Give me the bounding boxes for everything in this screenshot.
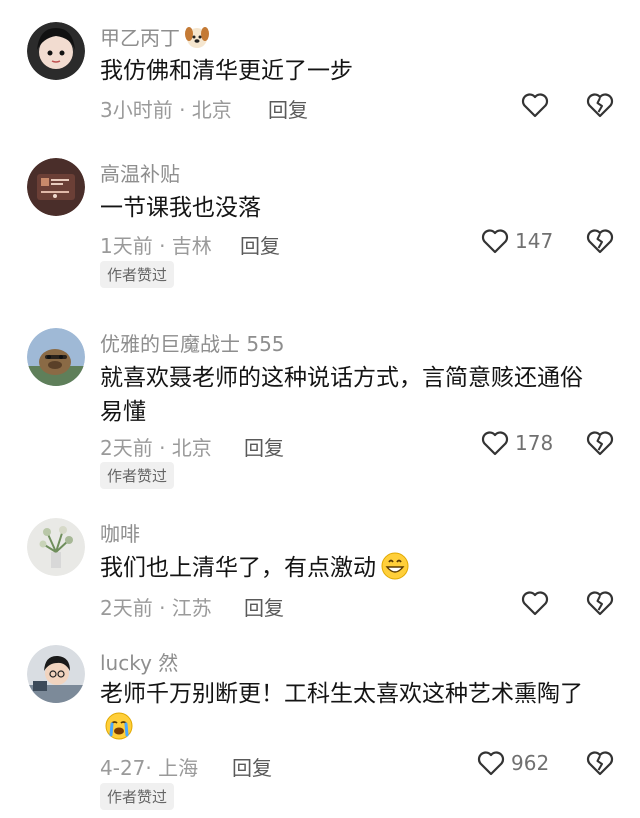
username[interactable]: 优雅的巨魔战士 555 [100, 328, 285, 357]
comment-meta: 2天前 · 江苏 [100, 596, 212, 620]
like-button[interactable]: 962 [477, 750, 549, 776]
comment-text: 老师千万别断更！工科生太喜欢这种艺术熏陶了 [100, 677, 600, 751]
comment-meta: 2天前 · 北京 [100, 436, 212, 460]
dislike-button[interactable] [586, 750, 614, 776]
broken-heart-icon [586, 750, 614, 776]
grinning-emoji-icon [380, 551, 410, 591]
avatar[interactable] [27, 158, 85, 216]
comment-meta: 1天前 · 吉林 [100, 234, 212, 258]
avatar[interactable] [27, 518, 85, 576]
like-button[interactable]: 178 [481, 430, 553, 456]
like-count: 147 [515, 229, 554, 253]
comment-text-content: 我们也上清华了，有点激动 [100, 555, 376, 581]
like-count: 178 [515, 431, 554, 455]
comment-text-content: 老师千万别断更！工科生太喜欢这种艺术熏陶了 [100, 681, 583, 707]
dislike-button[interactable] [586, 228, 614, 254]
username[interactable]: 甲乙丙丁 [100, 22, 210, 54]
dislike-button[interactable] [586, 590, 614, 616]
username[interactable]: 咖啡 [100, 518, 140, 547]
avatar[interactable] [27, 22, 85, 80]
avatar[interactable] [27, 645, 85, 703]
dislike-button[interactable] [586, 430, 614, 456]
comment-text: 我们也上清华了，有点激动 [100, 551, 605, 591]
heart-outline-icon [477, 750, 505, 776]
like-button[interactable]: 147 [481, 228, 553, 254]
reply-button[interactable]: 回复 [268, 94, 308, 123]
username[interactable]: 高温补贴 [100, 158, 180, 187]
dislike-button[interactable] [586, 92, 614, 118]
like-count: 962 [511, 751, 550, 775]
broken-heart-icon [586, 430, 614, 456]
comment-text: 就喜欢聂老师的这种说话方式，言简意赅还通俗易懂 [100, 365, 583, 425]
heart-outline-icon [481, 430, 509, 456]
like-button[interactable] [521, 92, 549, 118]
reply-button[interactable]: 回复 [244, 592, 284, 621]
broken-heart-icon [586, 92, 614, 118]
author-liked-badge: 作者赞过 [100, 462, 175, 489]
username[interactable]: lucky 然 [100, 647, 178, 676]
username-text: 甲乙丙丁 [100, 26, 180, 50]
broken-heart-icon [586, 590, 614, 616]
comment-text: 一节课我也没落 [100, 195, 261, 221]
author-liked-badge: 作者赞过 [100, 783, 175, 810]
dog-emoji-icon [184, 25, 210, 54]
avatar[interactable] [27, 328, 85, 386]
reply-button[interactable]: 回复 [244, 432, 284, 461]
crying-emoji-icon [104, 711, 134, 751]
reply-button[interactable]: 回复 [232, 752, 272, 781]
heart-outline-icon [521, 92, 549, 118]
comment-text: 我仿佛和清华更近了一步 [100, 58, 353, 84]
reply-button[interactable]: 回复 [240, 230, 280, 259]
comment-meta: 3小时前 · 北京 [100, 98, 232, 122]
comment-meta: 4-27· 上海 [100, 756, 199, 780]
like-button[interactable] [521, 590, 549, 616]
author-liked-badge: 作者赞过 [100, 261, 175, 288]
broken-heart-icon [586, 228, 614, 254]
heart-outline-icon [481, 228, 509, 254]
heart-outline-icon [521, 590, 549, 616]
